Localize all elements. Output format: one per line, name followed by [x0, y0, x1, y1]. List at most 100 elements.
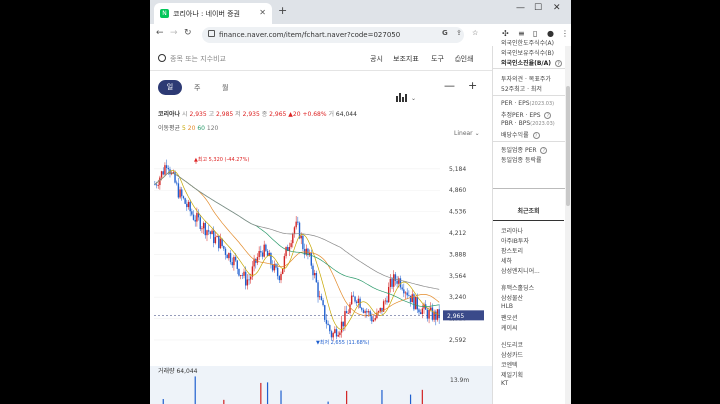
candle-body [179, 189, 181, 198]
recent-item[interactable]: 케이씨 [501, 323, 518, 332]
recent-item[interactable]: HLB [501, 303, 513, 310]
candle-body [224, 248, 227, 255]
menu-dots-icon[interactable]: ⋮ [561, 29, 569, 38]
scale-mode-select[interactable]: Linear ⌄ [454, 130, 480, 137]
candle-body [431, 307, 434, 320]
bookmark-star-icon[interactable]: ☆ [472, 29, 478, 37]
candle-body [213, 230, 215, 244]
candle-body [408, 295, 410, 297]
panel-scroll-thumb[interactable] [566, 86, 570, 206]
candle-body [292, 233, 294, 244]
candle-body [216, 235, 218, 238]
menu-indicators[interactable]: 보조지표 [393, 54, 419, 64]
candle-body [419, 312, 422, 315]
y-tick-label: 5,184 [449, 166, 466, 173]
menu-print-label: 인쇄 [460, 55, 474, 63]
close-tab-icon[interactable]: ✕ [259, 8, 266, 17]
naver-favicon-icon: N [160, 9, 169, 18]
candle-body [260, 251, 262, 253]
high-annotation: ▲최고 5,320 (-44.27%) [194, 156, 249, 163]
forward-icon[interactable]: → [170, 28, 178, 38]
recent-item[interactable]: 팜스토리 [501, 246, 523, 255]
chart-page: 종목 또는 지수비교 공시 보조지표 도구 ⎙인쇄 일 주 월 ⌄ — + 코리… [150, 46, 492, 404]
candle-body [160, 171, 163, 178]
candle-body [271, 264, 274, 271]
url-field[interactable]: finance.naver.com/item/fchart.naver?code… [202, 27, 464, 43]
volume-label: 거래량 64,044 [158, 367, 198, 375]
volume-panel [150, 366, 492, 404]
reload-icon[interactable]: ↻ [184, 28, 192, 38]
recent-item[interactable]: 팬오션 [501, 313, 518, 322]
candle-body [194, 219, 196, 222]
candlestick-type-icon[interactable]: ⌄ [396, 83, 417, 102]
candle-body [218, 235, 220, 249]
open-price: 2,935 [189, 111, 207, 118]
candle-body [398, 278, 400, 284]
reading-list-icon[interactable]: ≡ [518, 29, 525, 38]
stock-label: 코리아나 [158, 111, 181, 118]
menu-print[interactable]: ⎙인쇄 [455, 54, 474, 64]
symbol-search[interactable]: 종목 또는 지수비교 [158, 54, 226, 64]
recent-item[interactable]: 신도리코 [501, 340, 523, 349]
google-icon[interactable]: G [442, 29, 448, 37]
recent-item[interactable]: 세하 [501, 256, 512, 265]
new-tab-icon[interactable]: + [278, 4, 287, 17]
candle-body [302, 235, 304, 250]
candle-body [393, 274, 395, 287]
recent-item[interactable]: 코리아나 [501, 226, 523, 235]
tab-bar: N 코리아나 : 네이버 증권 ✕ + — ☐ ✕ [150, 0, 571, 24]
candle-body [285, 247, 287, 257]
candle-body [176, 182, 178, 184]
candle-body [379, 307, 381, 312]
recent-item[interactable]: 삼성카드 [501, 350, 523, 359]
minimize-icon[interactable]: — [516, 3, 525, 13]
maximize-icon[interactable]: ☐ [534, 3, 542, 13]
candle-body [187, 201, 190, 208]
candle-body [214, 237, 217, 244]
candle-body [199, 217, 201, 229]
back-icon[interactable]: ← [156, 28, 164, 38]
candle-body [265, 244, 267, 251]
candle-body [329, 325, 331, 332]
recent-item[interactable]: 아주IB투자 [501, 236, 529, 245]
puzzle-icon[interactable]: ✣ [502, 29, 509, 38]
menu-disclosure[interactable]: 공시 [370, 54, 383, 64]
search-icon [158, 54, 166, 62]
recent-item[interactable]: KT [501, 380, 508, 387]
volume-tick-label: 13.9m [450, 377, 469, 384]
candle-body [332, 333, 334, 338]
candle-body [231, 262, 233, 266]
volume-bar [260, 382, 262, 404]
menu-tools[interactable]: 도구 [431, 54, 444, 64]
share-icon[interactable]: ⇪ [456, 29, 462, 37]
recent-item[interactable]: 휴맥스홀딩스 [501, 283, 534, 292]
candle-body [317, 282, 319, 298]
candle-body [233, 256, 235, 266]
y-tick-label: 3,564 [449, 273, 466, 280]
price-change-pct: +0.68% [302, 111, 327, 118]
recent-item[interactable]: 제일기획 [501, 370, 523, 379]
browser-tab[interactable]: N 코리아나 : 네이버 증권 ✕ [154, 3, 272, 24]
period-month-button[interactable]: 월 [222, 83, 228, 93]
recent-item[interactable]: 삼성엔지니어... [501, 266, 540, 275]
candle-body [280, 273, 282, 281]
avatar-icon[interactable]: ● [547, 29, 554, 38]
candle-body [167, 168, 169, 170]
candle-body [361, 307, 363, 310]
candle-body [389, 278, 392, 287]
moving-average-line [154, 172, 440, 307]
close-window-icon[interactable]: ✕ [553, 3, 561, 13]
volume-bar [346, 390, 348, 404]
zoom-in-icon[interactable]: + [468, 79, 477, 92]
y-tick-label: 3,240 [449, 294, 466, 301]
candle-body [239, 275, 242, 276]
candle-body [229, 252, 232, 263]
period-week-button[interactable]: 주 [194, 83, 200, 93]
candle-body [238, 268, 240, 276]
period-day-button[interactable]: 일 [158, 80, 182, 95]
zoom-out-icon[interactable]: — [444, 79, 455, 92]
sidebar-icon[interactable]: ▯ [533, 29, 537, 38]
recent-item[interactable]: 삼성물산 [501, 293, 523, 302]
recent-item[interactable]: 코엔텍 [501, 360, 518, 369]
price-chart[interactable]: 5,1844,8604,5364,2123,8883,5643,2402,916… [150, 144, 492, 404]
